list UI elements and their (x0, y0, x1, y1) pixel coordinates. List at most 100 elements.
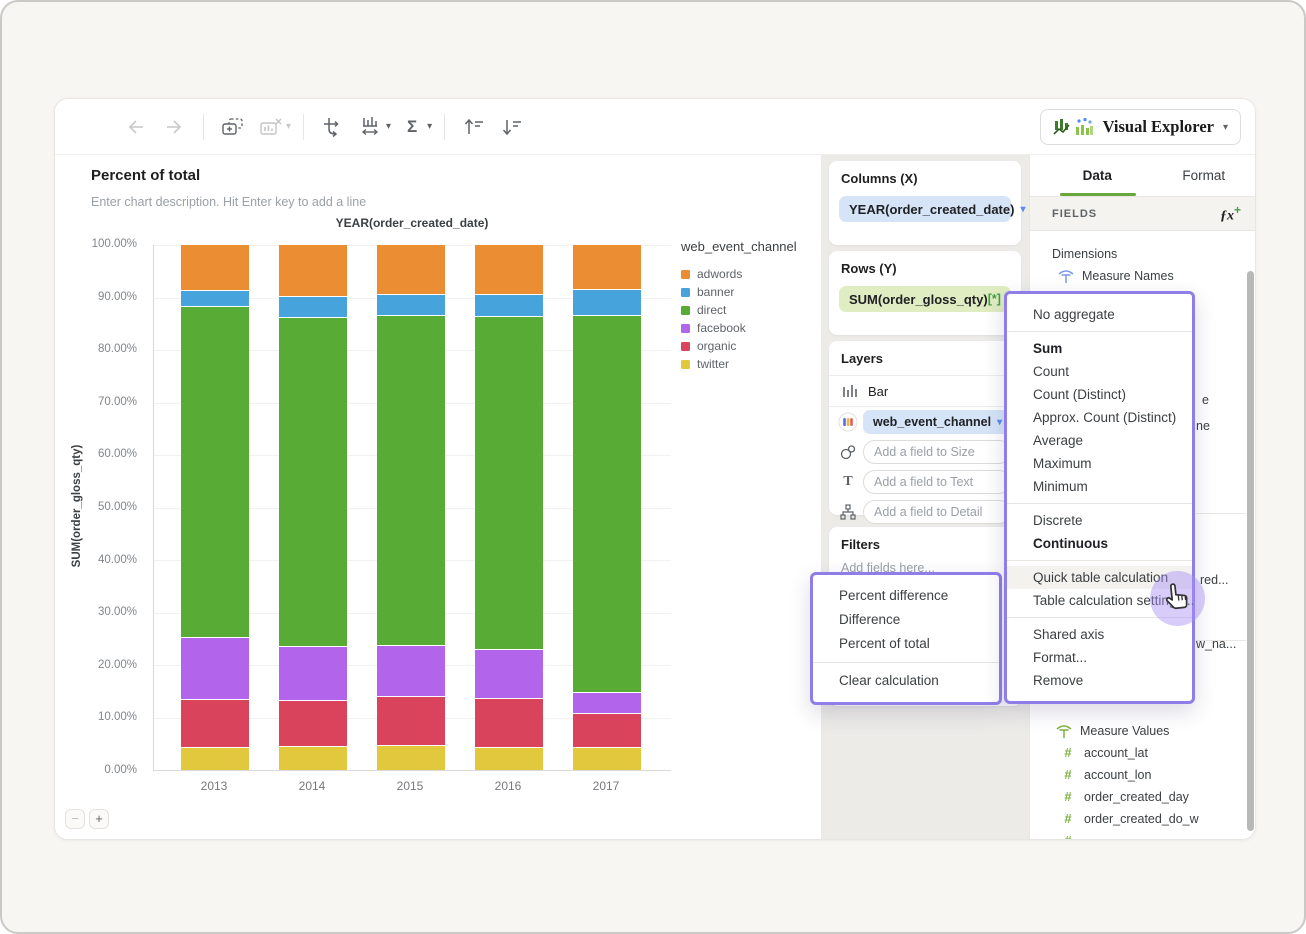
clear-chart-button[interactable] (253, 109, 289, 145)
bar-segment-twitter[interactable] (279, 745, 347, 770)
sort-ascending-button[interactable] (456, 109, 492, 145)
bar-segment-banner[interactable] (475, 294, 543, 317)
bar-segment-adwords[interactable] (573, 245, 641, 289)
app-switcher-button[interactable]: Visual Explorer ▾ (1039, 109, 1241, 145)
bar-2015[interactable] (377, 245, 445, 770)
bar-segment-facebook[interactable] (573, 692, 641, 713)
field-item-measure-values[interactable]: Measure Values (1054, 723, 1169, 739)
bar-segment-twitter[interactable] (573, 747, 641, 770)
bar-segment-facebook[interactable] (181, 636, 249, 699)
legend-item-adwords[interactable]: adwords (681, 265, 797, 283)
bar-segment-twitter[interactable] (181, 747, 249, 770)
bar-segment-direct[interactable] (279, 317, 347, 646)
menu-item-clear-calculation[interactable]: Clear calculation (813, 669, 999, 693)
bar-segment-adwords[interactable] (475, 245, 543, 295)
bar-segment-facebook[interactable] (377, 644, 445, 696)
tab-data[interactable]: Data (1044, 155, 1151, 196)
menu-item-percent-difference[interactable]: Percent difference (813, 584, 999, 608)
bar-segment-banner[interactable] (573, 288, 641, 316)
menu-item-maximum[interactable]: Maximum (1007, 452, 1192, 475)
field-item-order-created-day[interactable]: # order_created_day (1058, 789, 1189, 804)
legend-item-direct[interactable]: direct (681, 301, 797, 319)
legend-item-facebook[interactable]: facebook (681, 319, 797, 337)
color-field-pill[interactable]: web_event_channel ▾ (863, 410, 1013, 434)
add-calculation-button[interactable]: ƒx+ (1220, 203, 1241, 225)
bar-segment-organic[interactable] (573, 712, 641, 748)
menu-item-format[interactable]: Format... (1007, 646, 1192, 669)
bar-segment-organic[interactable] (181, 698, 249, 748)
bar-segment-direct[interactable] (475, 316, 543, 649)
field-item-clipped[interactable]: ne (1196, 419, 1210, 433)
bar-segment-adwords[interactable] (181, 245, 249, 291)
sidebar-scrollbar[interactable] (1247, 271, 1254, 831)
field-item-clipped[interactable]: e (1202, 393, 1209, 407)
sort-descending-button[interactable] (494, 109, 530, 145)
back-button[interactable] (118, 109, 154, 145)
bar-segment-direct[interactable] (377, 314, 445, 645)
bar-segment-adwords[interactable] (279, 245, 347, 297)
menu-item-remove[interactable]: Remove (1007, 669, 1192, 692)
menu-item-difference[interactable]: Difference (813, 608, 999, 632)
forward-button[interactable] (156, 109, 192, 145)
clear-chart-caret-icon[interactable]: ▾ (286, 121, 291, 132)
aggregate-caret-icon[interactable]: ▾ (427, 121, 432, 132)
bar-segment-direct[interactable] (181, 306, 249, 637)
field-item-clipped-bottom[interactable]: # (1058, 833, 1084, 839)
menu-item-approx-count-distinct[interactable]: Approx. Count (Distinct) (1007, 406, 1192, 429)
aggregate-button[interactable]: Σ (394, 109, 430, 145)
rows-pill[interactable]: SUM(order_gloss_qty) [*] ▾ (839, 286, 1012, 312)
columns-pill[interactable]: YEAR(order_created_date) ▾ (839, 196, 1025, 222)
legend-item-twitter[interactable]: twitter (681, 355, 797, 373)
menu-item-minimum[interactable]: Minimum (1007, 475, 1192, 498)
field-item-measure-names[interactable]: Measure Names (1056, 268, 1174, 284)
bar-segment-facebook[interactable] (279, 645, 347, 700)
bar-segment-twitter[interactable] (377, 744, 445, 770)
field-item-clipped[interactable]: red... (1200, 573, 1229, 587)
bar-segment-banner[interactable] (279, 296, 347, 318)
menu-item-shared-axis[interactable]: Shared axis (1007, 623, 1192, 646)
field-item-order-created-do-w[interactable]: # order_created_do_w (1058, 811, 1198, 826)
bar-segment-banner[interactable] (377, 293, 445, 315)
bar-segment-banner[interactable] (181, 290, 249, 307)
tab-format[interactable]: Format (1151, 155, 1256, 196)
field-item-account-lat[interactable]: # account_lat (1058, 745, 1148, 760)
bar-segment-organic[interactable] (279, 699, 347, 746)
menu-item-count-distinct[interactable]: Count (Distinct) (1007, 383, 1192, 406)
bar-segment-organic[interactable] (475, 698, 543, 748)
axis-distribution-button[interactable] (353, 109, 389, 145)
legend-item-organic[interactable]: organic (681, 337, 797, 355)
bar-2017[interactable] (573, 245, 641, 770)
zoom-out-button[interactable]: − (65, 809, 85, 829)
swap-axes-button[interactable] (315, 109, 351, 145)
menu-item-no-aggregate[interactable]: No aggregate (1007, 303, 1192, 326)
field-item-account-lon[interactable]: # account_lon (1058, 767, 1151, 782)
menu-item-average[interactable]: Average (1007, 429, 1192, 452)
columns-pill-caret-icon[interactable]: ▾ (1020, 204, 1025, 215)
legend-label: twitter (697, 357, 730, 371)
bar-segment-facebook[interactable] (475, 648, 543, 699)
bar-segment-direct[interactable] (573, 315, 641, 693)
menu-item-percent-of-total[interactable]: Percent of total (813, 632, 999, 656)
axis-distribution-caret-icon[interactable]: ▾ (386, 121, 391, 132)
menu-item-continuous[interactable]: Continuous (1007, 532, 1192, 555)
text-field-input[interactable]: Add a field to Text (863, 470, 1011, 494)
bar-segment-organic[interactable] (377, 696, 445, 745)
menu-item-discrete[interactable]: Discrete (1007, 509, 1192, 532)
bar-2013[interactable] (181, 245, 249, 770)
menu-item-sum[interactable]: Sum (1007, 337, 1192, 360)
duplicate-chart-button[interactable] (215, 109, 251, 145)
zoom-in-button[interactable]: + (89, 809, 109, 829)
layer-type-row[interactable]: Bar (829, 375, 1021, 407)
bar-2014[interactable] (279, 245, 347, 770)
chart-description-input[interactable]: Enter chart description. Hit Enter key t… (91, 195, 366, 209)
detail-field-input[interactable]: Add a field to Detail (863, 500, 1011, 524)
color-wheel-icon[interactable] (837, 412, 859, 432)
size-field-input[interactable]: Add a field to Size (863, 440, 1011, 464)
bar-segment-twitter[interactable] (475, 747, 543, 770)
bar-segment-adwords[interactable] (377, 245, 445, 294)
legend-item-banner[interactable]: banner (681, 283, 797, 301)
menu-item-count[interactable]: Count (1007, 360, 1192, 383)
bar-2016[interactable] (475, 245, 543, 770)
color-field-caret-icon[interactable]: ▾ (997, 417, 1002, 428)
chart-logo-icon (1053, 119, 1070, 135)
